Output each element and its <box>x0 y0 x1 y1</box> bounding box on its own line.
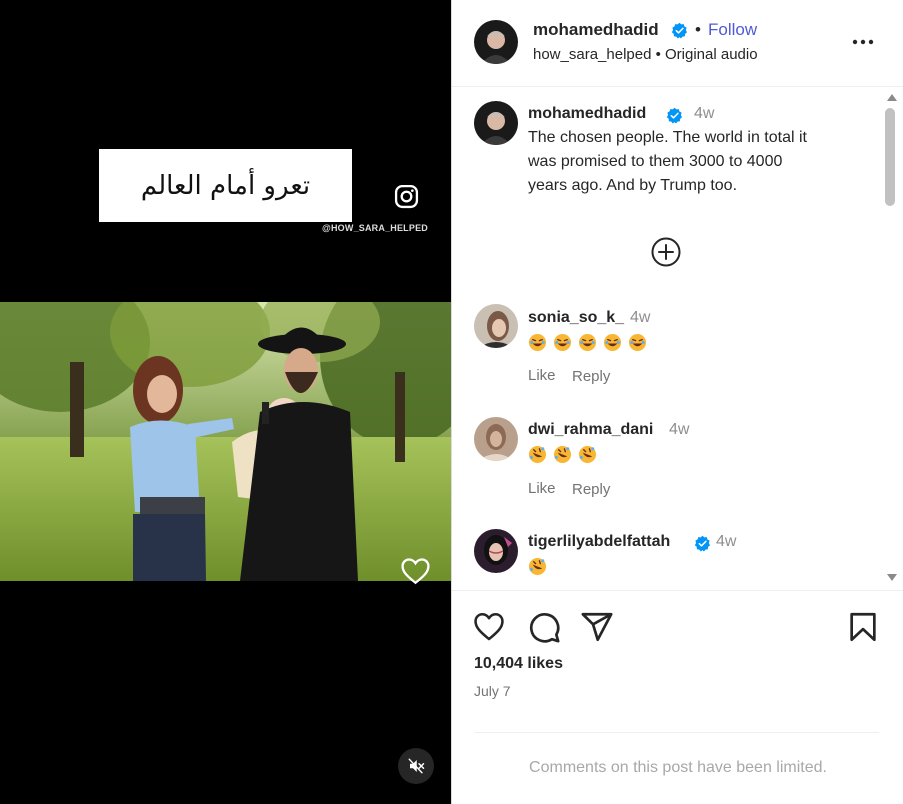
caption-line: was promised to them 3000 to 4000 <box>528 153 783 170</box>
laughing-emoji-icon <box>578 334 597 352</box>
comment-username[interactable]: sonia_so_k_ <box>528 309 624 327</box>
comments-list[interactable]: mohamedhadid 4w The chosen people. The w… <box>452 88 903 590</box>
comments-limited-notice: Comments on this post have been limited. <box>529 759 827 776</box>
avatar[interactable] <box>474 101 518 145</box>
avatar[interactable] <box>474 417 518 461</box>
scroll-up-icon[interactable] <box>886 92 898 102</box>
video-watermark: @HOW_SARA_HELPED <box>322 223 428 233</box>
like-comment-button[interactable]: Like <box>528 367 556 384</box>
avatar[interactable] <box>474 529 518 573</box>
comment-emoji-row <box>528 555 553 579</box>
speaker-muted-icon <box>408 758 425 774</box>
rofl-emoji-icon <box>528 446 547 464</box>
laughing-emoji-icon <box>628 334 647 352</box>
scroll-down-icon[interactable] <box>886 573 898 583</box>
post-date[interactable]: July 7 <box>474 683 511 699</box>
caption-text: The chosen people. The world in total it… <box>528 126 807 198</box>
scrollbar-thumb[interactable] <box>885 108 895 206</box>
caption-time[interactable]: 4w <box>694 105 714 123</box>
video-caption-text: تعرو أمام العالم <box>140 170 311 201</box>
caption-line: years ago. And by Trump too. <box>528 177 738 194</box>
reply-button[interactable]: Reply <box>572 368 610 385</box>
post-actions: 10,404 likes July 7 Comments on this pos… <box>452 590 903 804</box>
comment-time[interactable]: 4w <box>669 421 689 439</box>
comment-icon[interactable] <box>527 610 561 644</box>
caption-line: The chosen people. The world in total it <box>528 129 807 146</box>
comment-username[interactable]: tigerlilyabdelfattah <box>528 533 670 551</box>
verified-badge-icon <box>671 22 688 39</box>
post-panel: mohamedhadid • Follow how_sara_helped • … <box>451 0 903 804</box>
video-caption-box: تعرو أمام العالم <box>99 149 352 222</box>
heart-icon[interactable] <box>400 556 431 585</box>
heart-icon[interactable] <box>472 610 506 644</box>
mute-button[interactable] <box>398 748 434 784</box>
rofl-emoji-icon <box>578 446 597 464</box>
header-separator: • <box>695 20 701 39</box>
reel-media[interactable]: تعرو أمام العالم @HOW_SARA_HELPED <box>0 0 451 804</box>
rofl-emoji-icon <box>528 558 547 576</box>
comment-emoji-row <box>528 331 653 355</box>
like-count[interactable]: 10,404 likes <box>474 655 563 673</box>
verified-badge-icon <box>666 107 683 124</box>
more-horizontal-icon[interactable] <box>850 30 876 54</box>
comment-time[interactable]: 4w <box>716 533 736 551</box>
video-frame <box>0 302 451 581</box>
laughing-emoji-icon <box>603 334 622 352</box>
plus-circle-icon[interactable] <box>650 236 682 268</box>
bookmark-icon[interactable] <box>846 610 880 644</box>
comment-emoji-row <box>528 443 603 467</box>
post-header: mohamedhadid • Follow how_sara_helped • … <box>452 0 903 87</box>
comment-time[interactable]: 4w <box>630 309 650 327</box>
reply-button[interactable]: Reply <box>572 481 610 498</box>
comment-username[interactable]: dwi_rahma_dani <box>528 421 653 439</box>
audio-subtitle[interactable]: how_sara_helped • Original audio <box>533 46 758 63</box>
divider <box>474 732 879 733</box>
instagram-icon <box>394 184 419 209</box>
verified-badge-icon <box>694 535 711 552</box>
rofl-emoji-icon <box>553 446 572 464</box>
follow-button[interactable]: Follow <box>708 20 757 40</box>
laughing-emoji-icon <box>553 334 572 352</box>
avatar[interactable] <box>474 304 518 348</box>
share-icon[interactable] <box>580 610 614 644</box>
caption-username[interactable]: mohamedhadid <box>528 105 646 123</box>
author-username[interactable]: mohamedhadid <box>533 20 659 40</box>
avatar[interactable] <box>474 20 518 64</box>
like-comment-button[interactable]: Like <box>528 480 556 497</box>
laughing-emoji-icon <box>528 334 547 352</box>
